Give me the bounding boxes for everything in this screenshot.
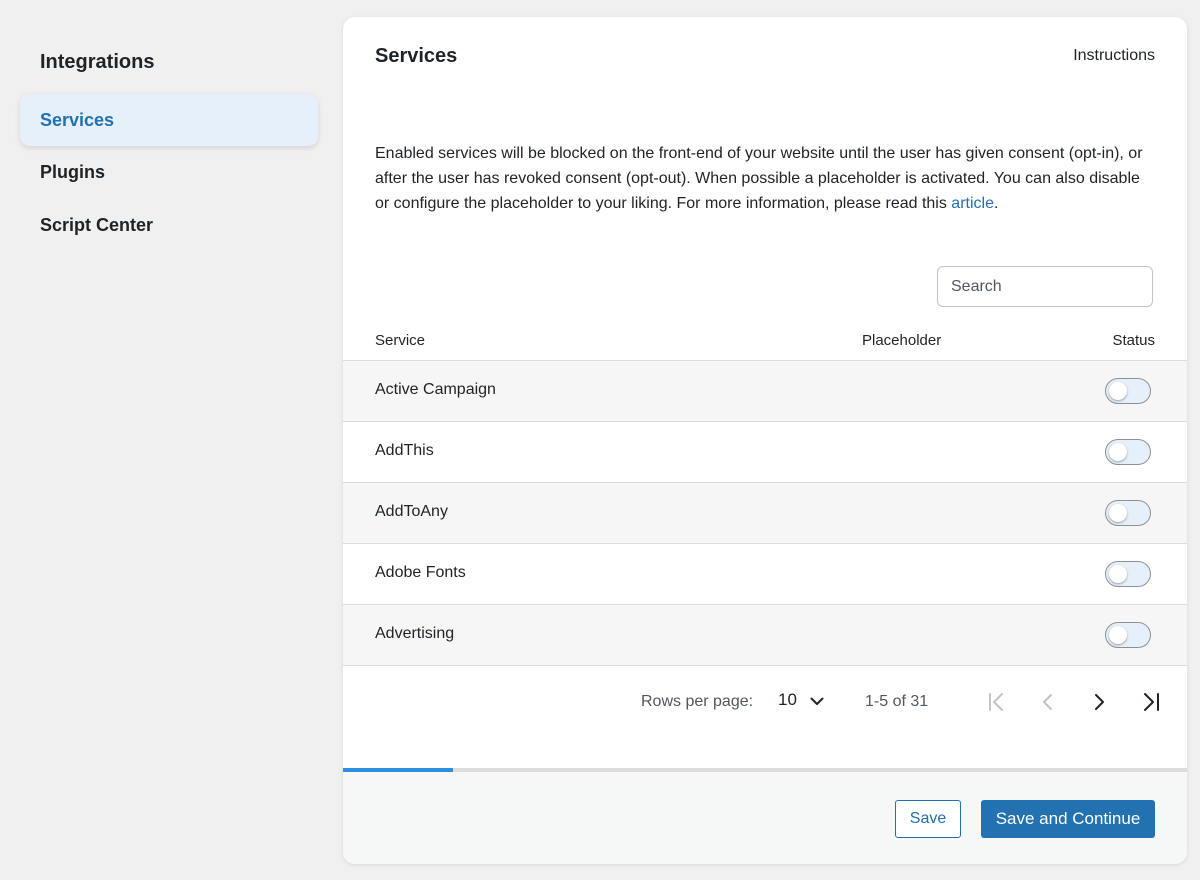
status-toggle[interactable] (1105, 622, 1151, 648)
status-toggle[interactable] (1105, 561, 1151, 587)
rows-per-page-label: Rows per page: (641, 693, 754, 710)
first-page-icon[interactable] (983, 689, 1009, 715)
toggle-knob (1109, 626, 1127, 644)
card-footer: Save Save and Continue (343, 772, 1187, 864)
rows-per-page-select[interactable]: 10 (778, 690, 824, 711)
services-table-body: Active Campaign AddThis AddToAny Adobe F… (343, 361, 1187, 666)
sidebar-item-script-center[interactable]: Script Center (20, 199, 318, 252)
card-header: Services Instructions (375, 45, 1155, 75)
description-text: Enabled services will be blocked on the … (375, 145, 1143, 212)
toggle-knob (1109, 504, 1127, 522)
service-name: AddToAny (375, 503, 448, 520)
sidebar: Integrations Services Plugins Script Cen… (20, 40, 318, 252)
service-name: Active Campaign (375, 381, 496, 398)
pagination-range: 1-5 of 31 (865, 693, 929, 710)
toggle-knob (1109, 382, 1127, 400)
chevron-down-icon (810, 691, 824, 711)
next-page-icon[interactable] (1086, 689, 1112, 715)
last-page-icon[interactable] (1138, 689, 1164, 715)
table-row: Adobe Fonts (343, 544, 1187, 605)
page-title: Services (375, 45, 458, 67)
table-row: Active Campaign (343, 361, 1187, 422)
service-name: AddThis (375, 442, 434, 459)
table-row: AddToAny (343, 483, 1187, 544)
sidebar-title: Integrations (40, 51, 155, 73)
article-link[interactable]: article (951, 195, 994, 212)
sidebar-item-services[interactable]: Services (20, 94, 318, 146)
column-header-service[interactable]: Service (375, 332, 425, 349)
status-toggle[interactable] (1105, 378, 1151, 404)
pagination: Rows per page: 10 1-5 of 31 (343, 685, 1187, 719)
search-input[interactable] (937, 266, 1153, 307)
save-button[interactable]: Save (895, 800, 961, 838)
column-header-status[interactable]: Status (1112, 332, 1155, 349)
table-header: Service Placeholder Status (343, 325, 1187, 361)
status-toggle[interactable] (1105, 500, 1151, 526)
table-row: AddThis (343, 422, 1187, 483)
prev-page-icon[interactable] (1035, 689, 1061, 715)
services-card: Services Instructions Enabled services w… (343, 17, 1187, 864)
sidebar-item-plugins[interactable]: Plugins (20, 146, 318, 199)
instructions-link[interactable]: Instructions (1073, 47, 1155, 65)
description-end: . (993, 195, 999, 212)
status-toggle[interactable] (1105, 439, 1151, 465)
table-row: Advertising (343, 605, 1187, 666)
save-and-continue-button[interactable]: Save and Continue (981, 800, 1155, 838)
toggle-knob (1109, 443, 1127, 461)
column-header-placeholder[interactable]: Placeholder (862, 332, 941, 349)
description: Enabled services will be blocked on the … (375, 141, 1151, 216)
service-name: Adobe Fonts (375, 564, 466, 581)
service-name: Advertising (375, 625, 455, 642)
toggle-knob (1109, 565, 1127, 583)
rows-per-page-value: 10 (778, 690, 797, 709)
